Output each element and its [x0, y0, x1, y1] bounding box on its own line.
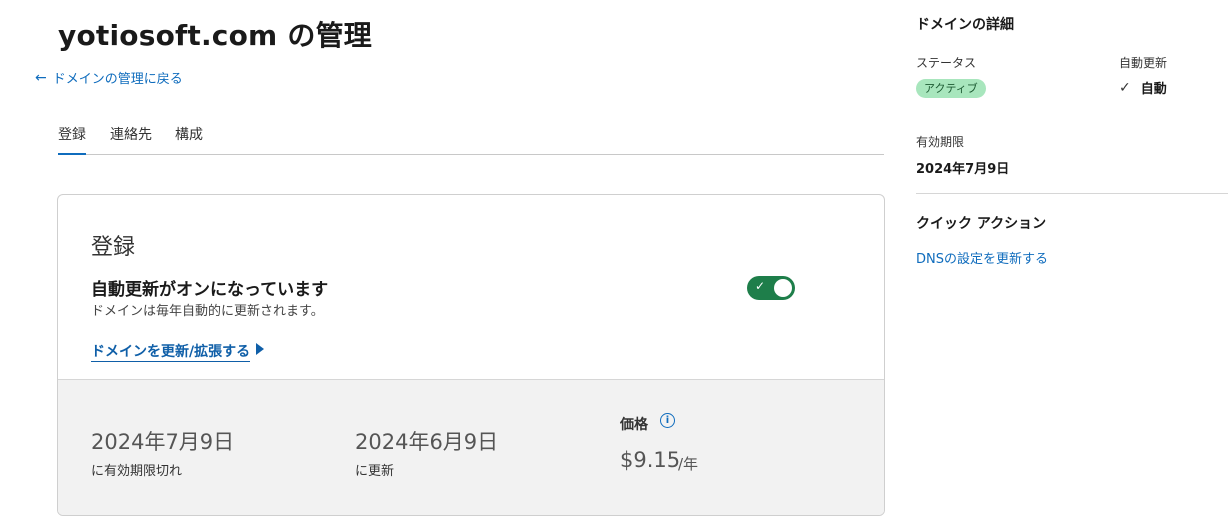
tab-contacts[interactable]: 連絡先	[110, 124, 152, 153]
auto-renew-value-text: 自動	[1140, 82, 1167, 97]
expiry-label: 有効期限	[916, 135, 965, 149]
renew-date: 2024年6月9日	[355, 430, 499, 454]
back-link[interactable]: ← ドメインの管理に戻る	[35, 68, 183, 88]
expiry-caption: に有効期限切れ	[91, 464, 183, 479]
card-title: 登録	[91, 235, 136, 260]
toggle-knob	[774, 279, 792, 297]
extend-domain-link[interactable]: ドメインを更新/拡張する	[91, 341, 251, 362]
expiry-date: 2024年7月9日	[91, 430, 235, 454]
quick-actions-title: クイック アクション	[916, 216, 1047, 232]
renew-caption: に更新	[355, 464, 395, 479]
status-label: ステータス	[916, 56, 977, 70]
tab-configuration[interactable]: 構成	[175, 124, 203, 153]
registration-card: 登録 自動更新がオンになっています ドメインは毎年自動的に更新されます。 ✓ ド…	[57, 194, 885, 516]
update-dns-link[interactable]: DNSの設定を更新する	[916, 248, 1048, 267]
auto-renew-label: 自動更新	[1119, 56, 1168, 70]
page-title: yotiosoft.com の管理	[58, 19, 372, 52]
sidebar-divider	[916, 193, 1228, 194]
checkmark-icon: ✓	[1119, 79, 1131, 96]
price-label: 価格	[620, 417, 648, 433]
arrow-left-icon: ←	[35, 69, 47, 86]
checkmark-icon: ✓	[755, 279, 766, 293]
sidebar-title: ドメインの詳細	[916, 17, 1014, 33]
expiry-value: 2024年7月9日	[916, 162, 1010, 177]
status-badge: アクティブ	[916, 79, 986, 98]
price-value: $9.15	[620, 448, 681, 472]
tab-bar: 登録 連絡先 構成	[58, 120, 884, 155]
auto-renew-value: ✓ 自動	[1119, 78, 1167, 98]
auto-renew-description: ドメインは毎年自動的に更新されます。	[91, 304, 324, 319]
tab-registration[interactable]: 登録	[58, 124, 86, 155]
auto-renew-toggle[interactable]: ✓	[747, 276, 795, 300]
back-link-label: ドメインの管理に戻る	[52, 72, 183, 87]
caret-right-icon[interactable]	[256, 343, 264, 355]
card-footer: 2024年7月9日 に有効期限切れ 2024年6月9日 に更新 価格 i $9.…	[58, 379, 884, 515]
info-icon[interactable]: i	[660, 413, 675, 428]
auto-renew-heading: 自動更新がオンになっています	[91, 280, 329, 300]
price-unit: /年	[678, 455, 699, 473]
